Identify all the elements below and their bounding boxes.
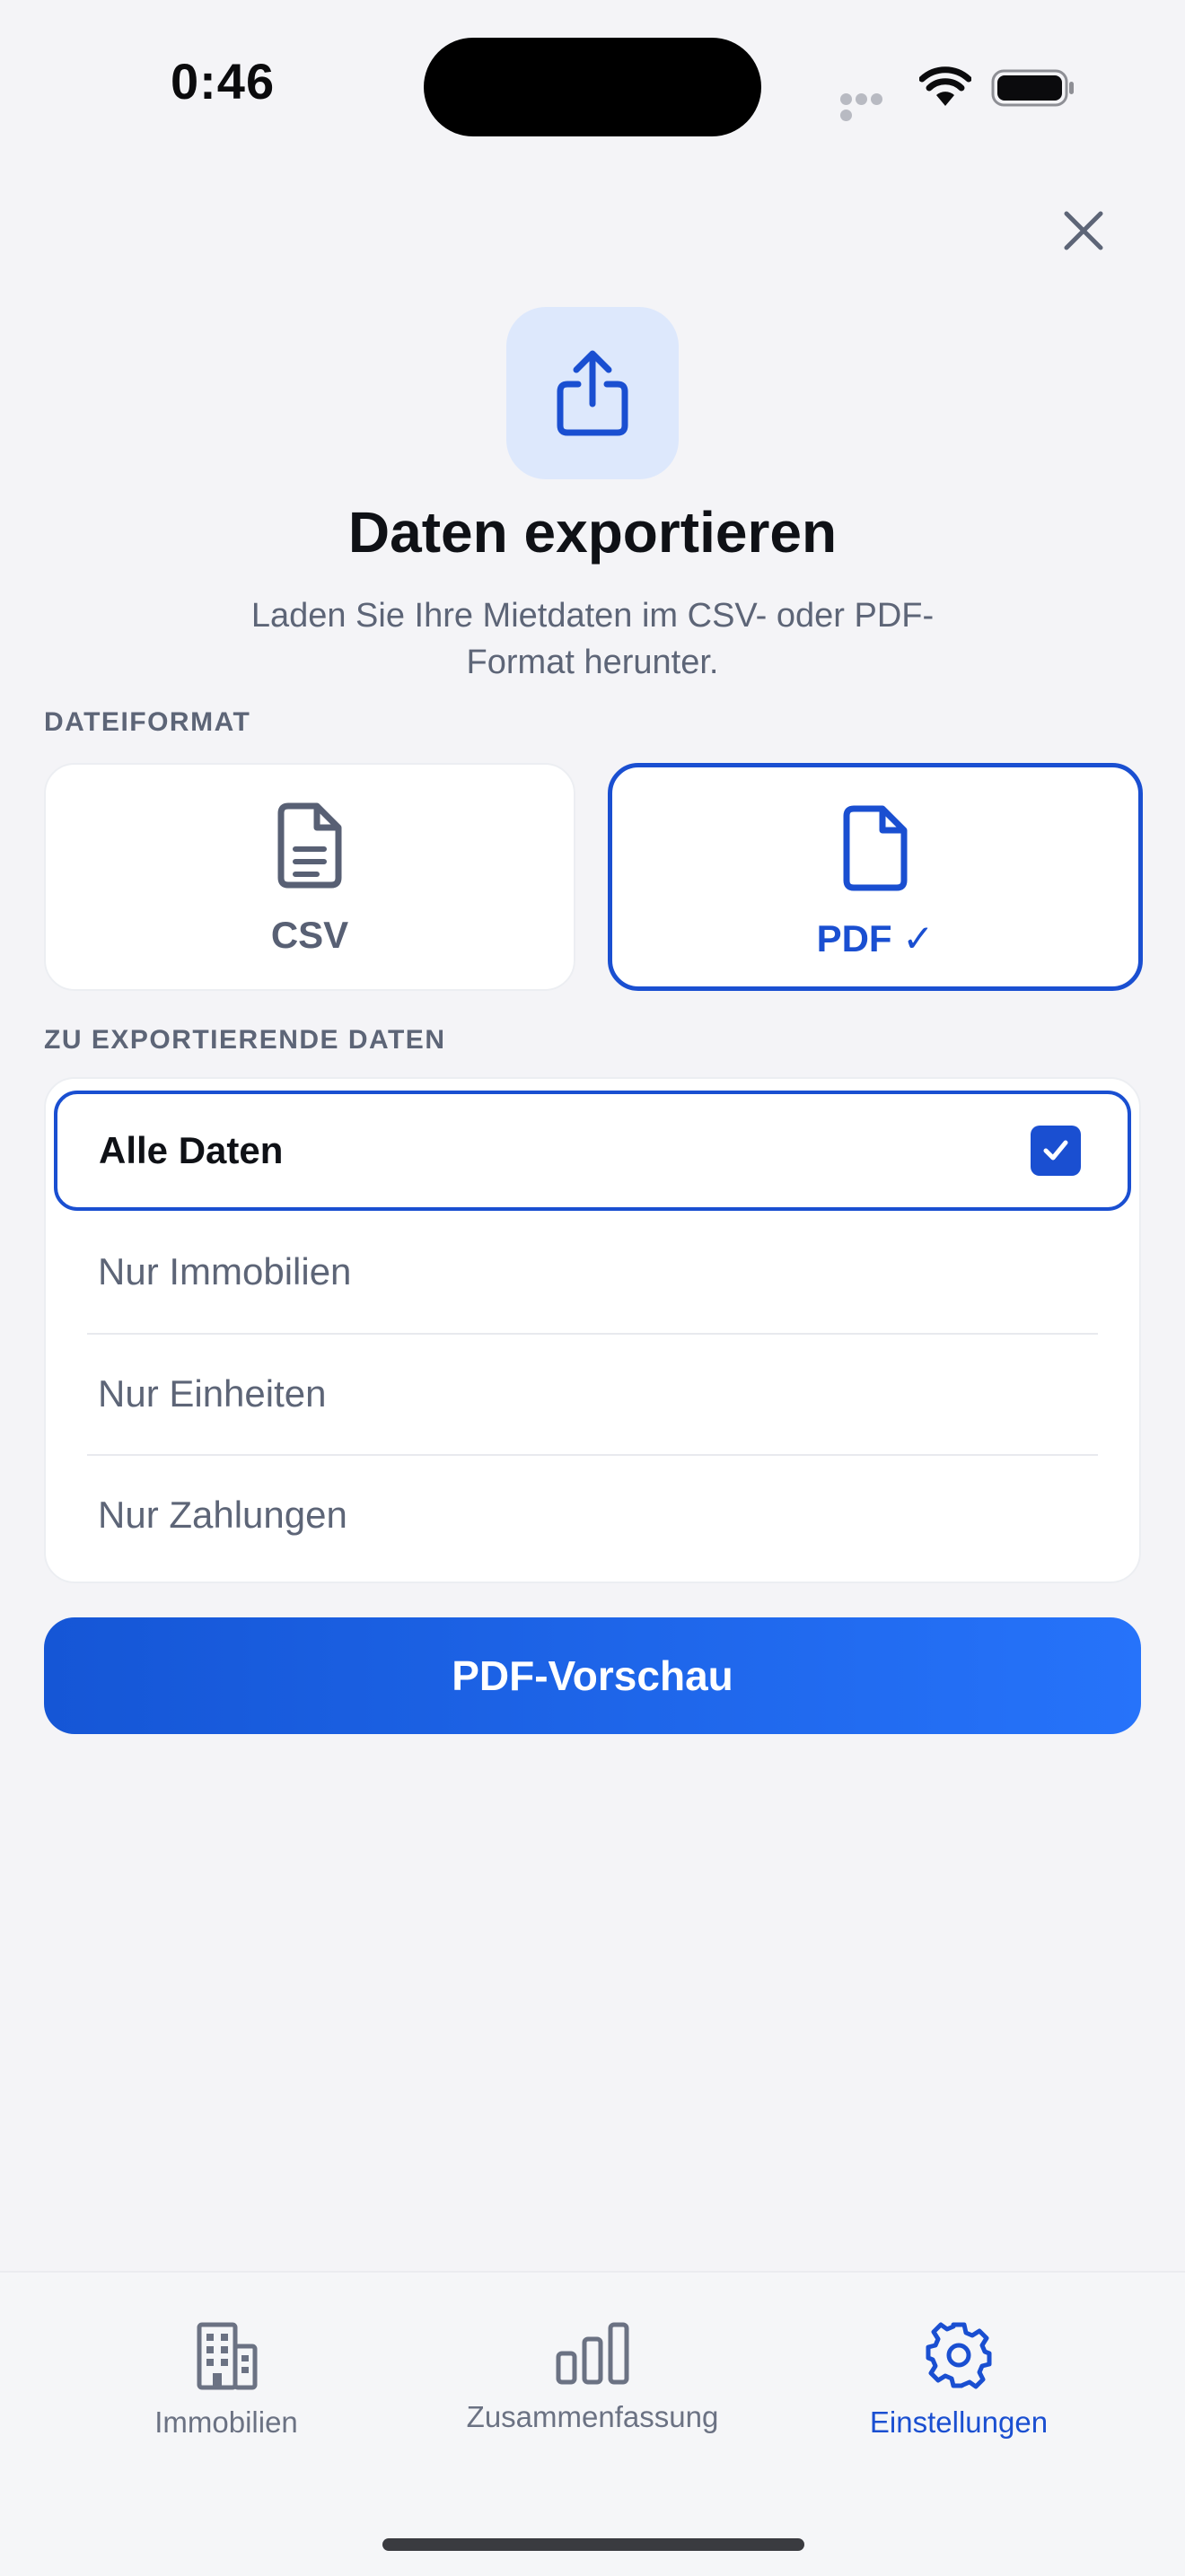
cellular-signal-icon	[840, 93, 900, 121]
bar-chart-icon	[556, 2322, 629, 2385]
scope-option-payments[interactable]: Nur Zahlungen	[46, 1455, 1139, 1575]
scope-option-list: Alle Daten Nur Immobilien Nur Einheiten …	[44, 1077, 1141, 1583]
share-export-icon	[557, 350, 628, 436]
format-option-label: PDF ✓	[816, 917, 935, 959]
battery-icon	[991, 69, 1074, 107]
page-title: Daten exportieren	[347, 500, 838, 565]
home-indicator	[382, 2538, 804, 2551]
format-option-pdf[interactable]: PDF ✓	[608, 763, 1143, 991]
document-icon	[843, 805, 908, 891]
page-subtitle: Laden Sie Ihre Mietdaten im CSV- oder PD…	[180, 592, 1005, 686]
scope-option-label: Nur Zahlungen	[98, 1494, 347, 1536]
document-lines-icon	[277, 802, 342, 889]
pdf-preview-button[interactable]: PDF-Vorschau	[44, 1617, 1141, 1734]
gear-icon	[926, 2322, 992, 2389]
scope-option-properties[interactable]: Nur Immobilien	[46, 1212, 1139, 1332]
format-option-csv[interactable]: CSV	[44, 763, 575, 991]
scope-option-label: Nur Einheiten	[98, 1372, 327, 1415]
tab-label: Immobilien	[154, 2405, 298, 2439]
checkbox-checked-icon[interactable]	[1031, 1126, 1081, 1176]
subtitle-line: Format herunter.	[466, 644, 719, 681]
wifi-icon	[919, 66, 971, 106]
building-icon	[197, 2322, 258, 2390]
tab-immobilien[interactable]: Immobilien	[65, 2318, 388, 2440]
tab-zusammenfassung[interactable]: Zusammenfassung	[431, 2318, 754, 2434]
scope-option-units[interactable]: Nur Einheiten	[46, 1334, 1139, 1454]
scope-section-label: ZU EXPORTIERENDE DATEN	[44, 1025, 446, 1055]
checkmark-icon	[1043, 1140, 1068, 1161]
format-section-label: DATEIFORMAT	[44, 707, 251, 737]
scope-option-label: Nur Immobilien	[98, 1250, 352, 1292]
tab-label: Zusammenfassung	[466, 2400, 719, 2433]
tab-bar: Immobilien Zusammenfassung Einstellungen	[0, 2271, 1185, 2576]
export-icon-tile	[506, 307, 679, 479]
dynamic-island	[424, 38, 761, 136]
scope-option-label: Alle Daten	[99, 1129, 284, 1171]
tab-label: Einstellungen	[869, 2405, 1049, 2439]
status-time: 0:46	[171, 53, 276, 110]
scope-option-all[interactable]: Alle Daten	[54, 1091, 1131, 1211]
close-icon[interactable]	[1056, 203, 1111, 258]
tab-einstellungen[interactable]: Einstellungen	[797, 2318, 1120, 2440]
format-option-label: CSV	[270, 914, 349, 956]
subtitle-line: Laden Sie Ihre Mietdaten im CSV- oder PD…	[250, 597, 935, 635]
